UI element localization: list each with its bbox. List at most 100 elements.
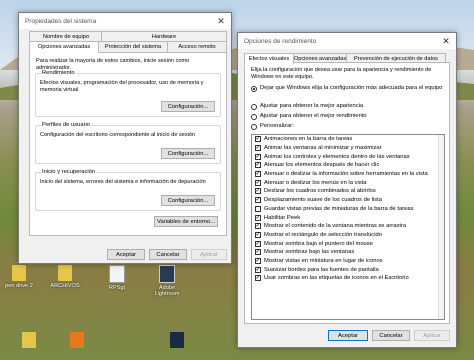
effect-label: Guardar vistas previas de miniaturas de … [264,205,414,212]
effect-label: Deslizar los cuadros combinados al abrir… [264,188,376,195]
checkbox[interactable]: ✓ [255,162,261,169]
effect-checkbox-row[interactable]: ✓ Mostrar sombra bajo el puntero del mous… [252,239,444,248]
effect-checkbox-row[interactable]: Guardar vistas previas de miniaturas de … [252,205,444,214]
effect-checkbox-row[interactable]: ✓ Desplazamiento suave de los cuadros de … [252,196,444,205]
visual-effects-panel: Elija la configuración que desea usar pa… [244,62,450,324]
effect-checkbox-row[interactable]: ✓ Animar los controles y elementos dentro… [252,152,444,161]
folder-icon [58,265,72,281]
system-properties-window: Propiedades del sistema ✕ Nombre de equi… [18,12,232,264]
visual-effects-list[interactable]: ✓ Animaciones en la barra de tareas ✓ Anima… [251,134,445,320]
effect-label: Mostrar sombra bajo el puntero del mouse [264,240,373,247]
checkbox[interactable]: ✓ [255,231,261,238]
startup-recovery-group: Inicio y recuperación Inicio del sistema… [35,169,221,211]
desktop-icon-rpsgt[interactable]: RPSgt [100,265,134,291]
profiles-title: Perfiles de usuario [41,122,92,128]
apply-button[interactable]: Aplicar [414,330,450,341]
startup-title: Inicio y recuperación [41,169,97,175]
scrollbar[interactable] [438,135,444,319]
checkbox[interactable]: ✓ [255,136,261,143]
cancel-button[interactable]: Cancelar [149,249,187,260]
effect-label: Mostrar sombras bajo las ventanas [264,249,355,256]
window-title: Opciones de rendimiento [244,37,317,45]
effect-checkbox-row[interactable]: ✓ Usar sombras en las etiquetas de iconos… [252,274,444,283]
checkbox[interactable]: ✓ [255,249,261,256]
effect-label: Desplazamiento suave de los cuadros de l… [264,197,382,204]
ok-button[interactable]: Aceptar [107,249,145,260]
checkbox[interactable]: ✓ [255,179,261,186]
effect-checkbox-row[interactable]: ✓ Mostrar el rectángulo de selección tran… [252,231,444,240]
effect-checkbox-row[interactable]: ✓ Deslizar los cuadros combinados al abri… [252,187,444,196]
checkbox[interactable]: ✓ [255,275,261,282]
radio-button[interactable] [251,103,257,110]
title-bar: Propiedades del sistema ✕ [19,13,231,29]
radio-button[interactable] [251,113,257,120]
checkbox[interactable]: ✓ [255,197,261,204]
checkbox[interactable] [255,205,261,212]
effect-checkbox-row[interactable]: ✓ Atenuar o deslizar los menús en la vist… [252,178,444,187]
effect-checkbox-row[interactable]: ✓ Mostrar el contenido de la ventana mien… [252,222,444,231]
tab-opciones-avanzadas[interactable]: Opciones avanzadas [29,41,99,53]
apply-button[interactable]: Aplicar [191,249,227,260]
desktop-icon-archivos[interactable]: ARCHIVOS [48,265,82,289]
ok-button[interactable]: Aceptar [328,330,368,341]
desktop-icon-pen-drive[interactable]: pen drive 2 [2,265,36,289]
effect-label: Mostrar el contenido de la ventana mient… [264,223,407,230]
radio-let-windows-choose[interactable]: Dejar que Windows elija la configuración… [251,85,443,92]
app-icon [170,332,184,348]
checkbox[interactable]: ✓ [255,214,261,221]
effect-label: Animar los controles y elementos dentro … [264,153,410,160]
intro-text: Elija la configuración que desea usar pa… [251,67,432,80]
effect-label: Animaciones en la barra de tareas [264,136,353,143]
tab-efectos-visuales[interactable]: Efectos visuales [244,53,294,65]
window-title: Propiedades del sistema [25,17,97,25]
desktop-icon-rockstar[interactable] [60,332,94,350]
effect-checkbox-row[interactable]: ✓ Animaciones en la barra de tareas [252,135,444,144]
effect-label: Animar las ventanas al minimizar y maxim… [264,145,382,152]
checkbox[interactable]: ✓ [255,223,261,230]
checkbox[interactable]: ✓ [255,145,261,152]
effect-label: Atenuar los elementos después de hacer c… [264,162,380,169]
user-profiles-group: Perfiles de usuario Configuración del es… [35,122,221,164]
radio-best-performance[interactable]: Ajustar para obtener el mejor rendimient… [251,113,443,120]
radio-button[interactable] [251,123,257,130]
performance-title: Rendimiento [41,70,76,76]
radio-best-appearance[interactable]: Ajustar para obtener la mejor apariencia [251,103,443,110]
close-icon[interactable]: ✕ [436,33,456,49]
startup-settings-button[interactable]: Configuración... [161,195,215,206]
effect-checkbox-row[interactable]: ✓ Mostrar vistas en miniatura en lugar de… [252,257,444,266]
performance-options-window: Opciones de rendimiento ✕ Efectos visual… [237,32,457,348]
effect-checkbox-row[interactable]: ✓ Habilitar Peek [252,213,444,222]
close-icon[interactable]: ✕ [211,13,231,29]
effect-checkbox-row[interactable]: ✓ Animar las ventanas al minimizar y maxi… [252,144,444,153]
effect-checkbox-row[interactable]: ✓ Atenuar o deslizar la información sobre… [252,170,444,179]
file-icon [109,265,125,283]
effect-label: Atenuar o deslizar los menús en la vista [264,179,367,186]
desktop-icon-folder[interactable] [12,332,46,350]
effect-label: Suavizar bordes para las fuentes de pant… [264,266,379,273]
effect-label: Mostrar el rectángulo de selección trans… [264,231,382,238]
radio-button[interactable] [251,85,257,92]
effect-label: Mostrar vistas en miniatura en lugar de … [264,257,383,264]
folder-icon [22,332,36,348]
effect-label: Usar sombras en las etiquetas de iconos … [264,275,409,282]
checkbox[interactable]: ✓ [255,188,261,195]
profiles-settings-button[interactable]: Configuración... [161,148,215,159]
checkbox[interactable]: ✓ [255,266,261,273]
environment-variables-button[interactable]: Variables de entorno... [154,216,218,227]
cancel-button[interactable]: Cancelar [372,330,410,341]
desktop-icon-app[interactable] [160,332,194,350]
checkbox[interactable]: ✓ [255,240,261,247]
effect-checkbox-row[interactable]: ✓ Suavizar bordes para las fuentes de pan… [252,265,444,274]
effect-checkbox-row[interactable]: ✓ Mostrar sombras bajo las ventanas [252,248,444,257]
profiles-desc: Configuración del escritorio correspondi… [40,132,196,138]
rockstar-icon [70,332,84,348]
lightroom-icon [159,265,175,283]
radio-custom[interactable]: Personalizar: [251,123,443,130]
performance-settings-button[interactable]: Configuración... [161,101,215,112]
effect-checkbox-row[interactable]: ✓ Atenuar los elementos después de hacer … [252,161,444,170]
checkbox[interactable]: ✓ [255,171,261,178]
checkbox[interactable]: ✓ [255,257,261,264]
desktop-icon-adobe-lightroom[interactable]: Adobe Lightroom [150,265,184,297]
effect-label: Habilitar Peek [264,214,301,221]
checkbox[interactable]: ✓ [255,153,261,160]
